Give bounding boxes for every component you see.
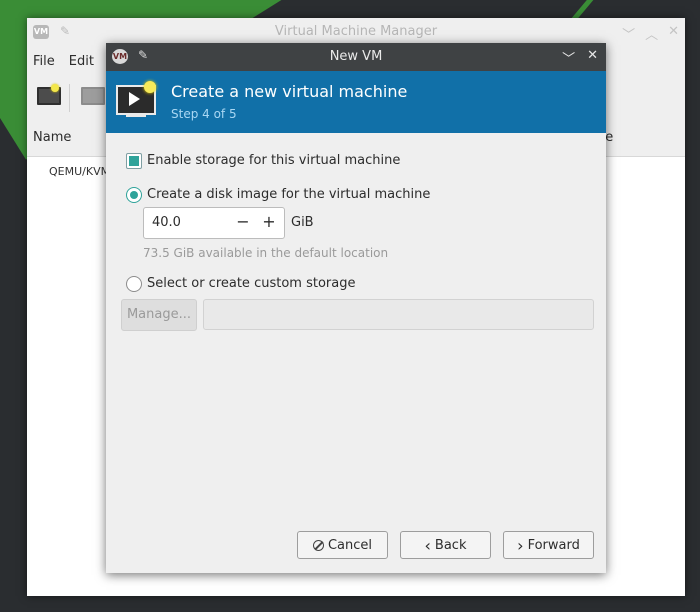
increase-icon[interactable]: + xyxy=(258,211,280,233)
cancel-icon xyxy=(312,539,324,551)
chevron-right-icon: › xyxy=(517,535,524,555)
disk-image-radio[interactable] xyxy=(126,187,142,203)
custom-storage-label[interactable]: Select or create custom storage xyxy=(147,276,355,291)
close-icon[interactable]: ✕ xyxy=(668,24,679,43)
close-icon[interactable]: ✕ xyxy=(587,48,598,67)
list-item-connection[interactable]: QEMU/KVM xyxy=(49,165,110,178)
main-titlebar: VM ✎ Virtual Machine Manager ﹀ ︿ ✕ xyxy=(27,18,685,46)
menu-file[interactable]: File xyxy=(33,54,55,69)
custom-storage-radio[interactable] xyxy=(126,276,142,292)
dialog-titlebar: VM ✎ New VM ﹀ ✕ xyxy=(106,43,606,71)
forward-button[interactable]: › Forward xyxy=(503,531,594,559)
new-vm-monitor-icon xyxy=(114,81,158,121)
new-vm-dialog: VM ✎ New VM ﹀ ✕ Create a new virtual mac… xyxy=(106,43,606,573)
menu-edit[interactable]: Edit xyxy=(69,54,94,69)
banner-title: Create a new virtual machine xyxy=(171,82,408,101)
minimize-icon[interactable]: ﹀ xyxy=(562,48,575,67)
radio-selected-dot xyxy=(130,191,138,199)
main-window-title: Virtual Machine Manager xyxy=(274,24,438,39)
decrease-icon[interactable]: − xyxy=(232,211,254,233)
dialog-window-controls: ﹀ ✕ xyxy=(562,48,598,67)
back-button[interactable]: ‹ Back xyxy=(400,531,491,559)
disk-size-input[interactable]: 40.0 xyxy=(152,215,181,230)
column-name[interactable]: Name xyxy=(33,130,71,145)
chevron-left-icon: ‹ xyxy=(424,535,431,555)
manage-button[interactable]: Manage... xyxy=(121,299,197,331)
new-vm-icon[interactable] xyxy=(35,84,61,106)
toolbar-separator xyxy=(69,84,70,112)
cancel-button[interactable]: Cancel xyxy=(297,531,388,559)
available-space-text: 73.5 GiB available in the default locati… xyxy=(143,246,389,260)
wizard-banner: Create a new virtual machine Step 4 of 5 xyxy=(106,71,606,133)
open-console-icon[interactable] xyxy=(79,84,105,106)
banner-step: Step 4 of 5 xyxy=(171,107,237,121)
cancel-button-label: Cancel xyxy=(327,537,373,553)
main-window-controls: ﹀ ︿ ✕ xyxy=(622,24,679,43)
minimize-icon[interactable]: ﹀ xyxy=(622,24,635,43)
storage-path-input[interactable] xyxy=(203,299,594,330)
disk-image-label[interactable]: Create a disk image for the virtual mach… xyxy=(147,187,430,202)
checkbox-checked-mark xyxy=(129,156,139,166)
back-button-label: Back xyxy=(434,537,467,553)
disk-size-spinbox[interactable]: 40.0 − + xyxy=(143,207,285,239)
forward-button-label: Forward xyxy=(527,537,580,553)
enable-storage-checkbox[interactable] xyxy=(126,153,142,169)
disk-size-unit: GiB xyxy=(291,215,314,230)
dialog-title: New VM xyxy=(329,49,383,64)
enable-storage-label[interactable]: Enable storage for this virtual machine xyxy=(147,153,400,168)
maximize-icon[interactable]: ︿ xyxy=(645,24,658,43)
